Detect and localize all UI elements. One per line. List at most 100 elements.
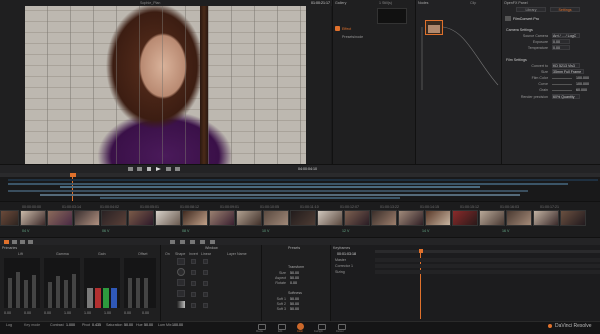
value-rotate[interactable]: 0.00 bbox=[290, 281, 297, 285]
shape-curve-button[interactable] bbox=[177, 290, 185, 297]
clip-thumb[interactable] bbox=[128, 210, 154, 226]
timeline-ruler[interactable] bbox=[0, 173, 600, 177]
value-grain[interactable]: 60.000 bbox=[576, 88, 587, 92]
slider-curve[interactable] bbox=[552, 84, 572, 85]
value-size[interactable]: 50.00 bbox=[290, 271, 299, 275]
field-source-camera[interactable]: Arri / ... / LogC bbox=[552, 33, 580, 38]
slider-film-color[interactable] bbox=[552, 78, 572, 79]
value-aspect[interactable]: 50.00 bbox=[290, 276, 299, 280]
clip-thumb[interactable] bbox=[47, 210, 73, 226]
invert-toggle[interactable] bbox=[191, 259, 196, 264]
clip-thumb[interactable] bbox=[344, 210, 370, 226]
stop-icon[interactable] bbox=[147, 167, 151, 171]
clip-thumb[interactable] bbox=[263, 210, 289, 226]
page-color[interactable]: Color bbox=[297, 330, 303, 334]
status-saturation-value[interactable]: 50.00 bbox=[124, 323, 133, 327]
status-mode[interactable]: Log bbox=[6, 323, 12, 327]
gamma-meter[interactable] bbox=[44, 258, 80, 308]
field-exposure[interactable]: 0.00 bbox=[552, 39, 570, 44]
track-lane[interactable] bbox=[375, 270, 600, 274]
page-media[interactable]: Media bbox=[256, 330, 263, 334]
tracker-icon[interactable] bbox=[180, 240, 185, 244]
clip-thumb[interactable] bbox=[506, 210, 532, 226]
playhead-marker[interactable] bbox=[70, 173, 76, 177]
track-lane[interactable] bbox=[375, 264, 600, 268]
invert-toggle[interactable] bbox=[191, 270, 196, 275]
track-lane[interactable] bbox=[375, 258, 600, 262]
clip-thumb[interactable] bbox=[236, 210, 262, 226]
clip-thumb[interactable] bbox=[0, 210, 19, 226]
tree-item-effect[interactable]: Effect bbox=[342, 27, 351, 31]
lift-meter[interactable] bbox=[4, 258, 40, 308]
linear-toggle[interactable] bbox=[203, 303, 208, 308]
meter-value-8[interactable]: 0.00 bbox=[142, 311, 149, 315]
blur-icon[interactable] bbox=[190, 240, 195, 244]
meter-value-3[interactable]: 0.00 bbox=[44, 311, 51, 315]
clip-thumb[interactable] bbox=[317, 210, 343, 226]
track-corrector-1[interactable]: Corrector 1 bbox=[335, 264, 353, 268]
clip-thumb[interactable] bbox=[398, 210, 424, 226]
value-soft-3[interactable]: 50.00 bbox=[290, 307, 299, 311]
track-master[interactable]: Master bbox=[335, 258, 346, 262]
bars-icon[interactable] bbox=[12, 240, 17, 244]
play-icon[interactable] bbox=[156, 167, 161, 171]
color-wheels-icon[interactable] bbox=[4, 240, 9, 244]
offset-meter[interactable] bbox=[124, 258, 156, 308]
clip-thumb[interactable] bbox=[182, 210, 208, 226]
shape-gradient-button[interactable] bbox=[177, 301, 185, 308]
clip-thumb[interactable] bbox=[371, 210, 397, 226]
invert-toggle[interactable] bbox=[191, 303, 196, 308]
tab-library[interactable]: Library bbox=[516, 7, 546, 12]
shape-circle-button[interactable] bbox=[177, 268, 185, 276]
track-sizing[interactable]: Sizing bbox=[335, 270, 345, 274]
linear-toggle[interactable] bbox=[203, 259, 208, 264]
page-fairlight[interactable]: Fairlight bbox=[314, 330, 323, 334]
mini-timeline[interactable] bbox=[0, 173, 600, 201]
tab-settings[interactable]: Settings bbox=[550, 7, 580, 12]
openfx-tab[interactable]: OpenFX Panel bbox=[504, 1, 528, 5]
sizing-icon[interactable] bbox=[210, 240, 215, 244]
shape-polygon-button[interactable] bbox=[177, 279, 185, 286]
clip-thumb[interactable] bbox=[425, 210, 451, 226]
gain-meter[interactable] bbox=[84, 258, 120, 308]
clip-thumb[interactable] bbox=[155, 210, 181, 226]
value-curve[interactable]: 100.000 bbox=[576, 82, 589, 86]
invert-toggle[interactable] bbox=[191, 292, 196, 297]
clip-thumb[interactable] bbox=[74, 210, 100, 226]
meter-value-4[interactable]: 1.00 bbox=[64, 311, 71, 315]
color-page-icon[interactable] bbox=[297, 323, 304, 330]
meter-value-6[interactable]: 1.00 bbox=[104, 311, 111, 315]
field-temperature[interactable]: 0.00 bbox=[552, 45, 570, 50]
qualifier-icon[interactable] bbox=[28, 240, 33, 244]
value-film-color[interactable]: 100.000 bbox=[576, 76, 589, 80]
invert-toggle[interactable] bbox=[191, 281, 196, 286]
meter-value-7[interactable]: 0.00 bbox=[124, 311, 131, 315]
section-camera-settings[interactable]: Camera Settings bbox=[506, 28, 533, 32]
slider-grain[interactable] bbox=[552, 90, 572, 91]
key-icon[interactable] bbox=[200, 240, 205, 244]
clip-thumb[interactable] bbox=[209, 210, 235, 226]
clip-thumb[interactable] bbox=[20, 210, 46, 226]
field-size[interactable]: 35mm Full Frame bbox=[552, 69, 584, 74]
linear-toggle[interactable] bbox=[203, 281, 208, 286]
value-soft-1[interactable]: 50.00 bbox=[290, 297, 299, 301]
fast-forward-icon[interactable] bbox=[166, 167, 171, 171]
status-contrast-value[interactable]: 1.000 bbox=[66, 323, 75, 327]
section-film-settings[interactable]: Film Settings bbox=[506, 58, 527, 62]
clip-thumb[interactable] bbox=[533, 210, 559, 226]
curves-icon[interactable] bbox=[20, 240, 25, 244]
field-convert-to[interactable]: KD 5213 Vis3 bbox=[552, 63, 580, 68]
clip-thumb[interactable] bbox=[101, 210, 127, 226]
meter-value-1[interactable]: 0.00 bbox=[4, 311, 11, 315]
clip-thumb[interactable] bbox=[290, 210, 316, 226]
page-edit[interactable]: Edit bbox=[278, 330, 282, 334]
clip-thumb[interactable] bbox=[479, 210, 505, 226]
status-hue-value[interactable]: 50.00 bbox=[144, 323, 153, 327]
gallery-tab[interactable]: Gallery bbox=[335, 1, 346, 5]
shape-linear-button[interactable] bbox=[177, 258, 185, 265]
clip-thumb[interactable] bbox=[452, 210, 478, 226]
gallery-still-thumb[interactable] bbox=[377, 8, 407, 24]
page-deliver[interactable]: Deliver bbox=[336, 330, 344, 334]
loop-icon[interactable] bbox=[175, 167, 180, 171]
linear-toggle[interactable] bbox=[203, 270, 208, 275]
